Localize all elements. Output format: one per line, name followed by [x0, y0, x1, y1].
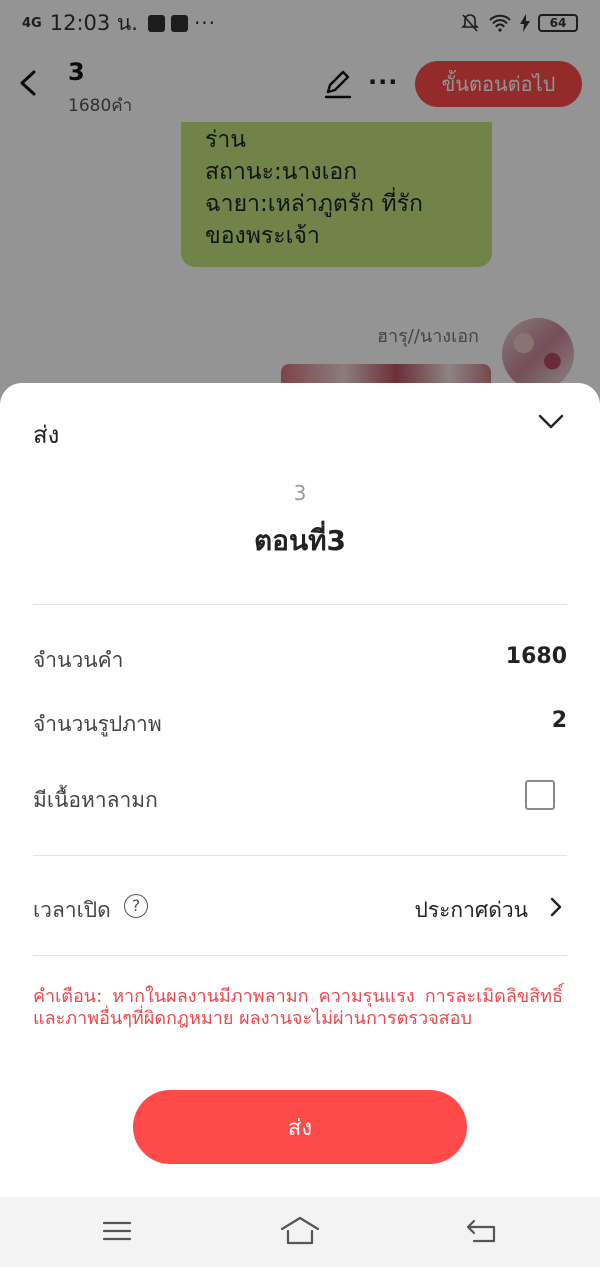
sheet-title: ส่ง [33, 421, 60, 449]
episode-title: ตอนที่3 [253, 524, 347, 557]
home-icon[interactable] [279, 1215, 321, 1247]
adult-content-label: มีเนื้อหาลามก [33, 788, 158, 812]
warning-text: คำเตือน: หากในผลงานมีภาพลามก ความรุนแรง … [33, 986, 563, 1029]
open-time-value[interactable]: ประกาศด่วน [414, 894, 528, 927]
chevron-right-icon[interactable] [549, 896, 563, 918]
send-button[interactable]: ส่ง [133, 1090, 467, 1164]
send-sheet: ส่ง 3 ตอนที่3 จำนวนคำ 1680 จำนวนรูปภาพ 2… [0, 383, 600, 1197]
episode-number: 3 [293, 481, 307, 505]
chevron-down-icon[interactable] [537, 411, 565, 433]
divider [33, 604, 567, 605]
menu-icon[interactable] [102, 1219, 132, 1243]
system-nav-bar [0, 1197, 600, 1267]
image-count-label: จำนวนรูปภาพ [33, 712, 162, 736]
help-icon[interactable]: ? [124, 894, 148, 918]
image-count-value: 2 [551, 708, 567, 733]
divider [33, 955, 567, 956]
back-nav-icon[interactable] [465, 1217, 499, 1245]
divider [33, 855, 567, 856]
word-count-label: จำนวนคำ [33, 648, 124, 672]
open-time-label: เวลาเปิด [33, 898, 111, 922]
word-count-value: 1680 [505, 644, 567, 669]
adult-content-checkbox[interactable] [525, 780, 555, 810]
